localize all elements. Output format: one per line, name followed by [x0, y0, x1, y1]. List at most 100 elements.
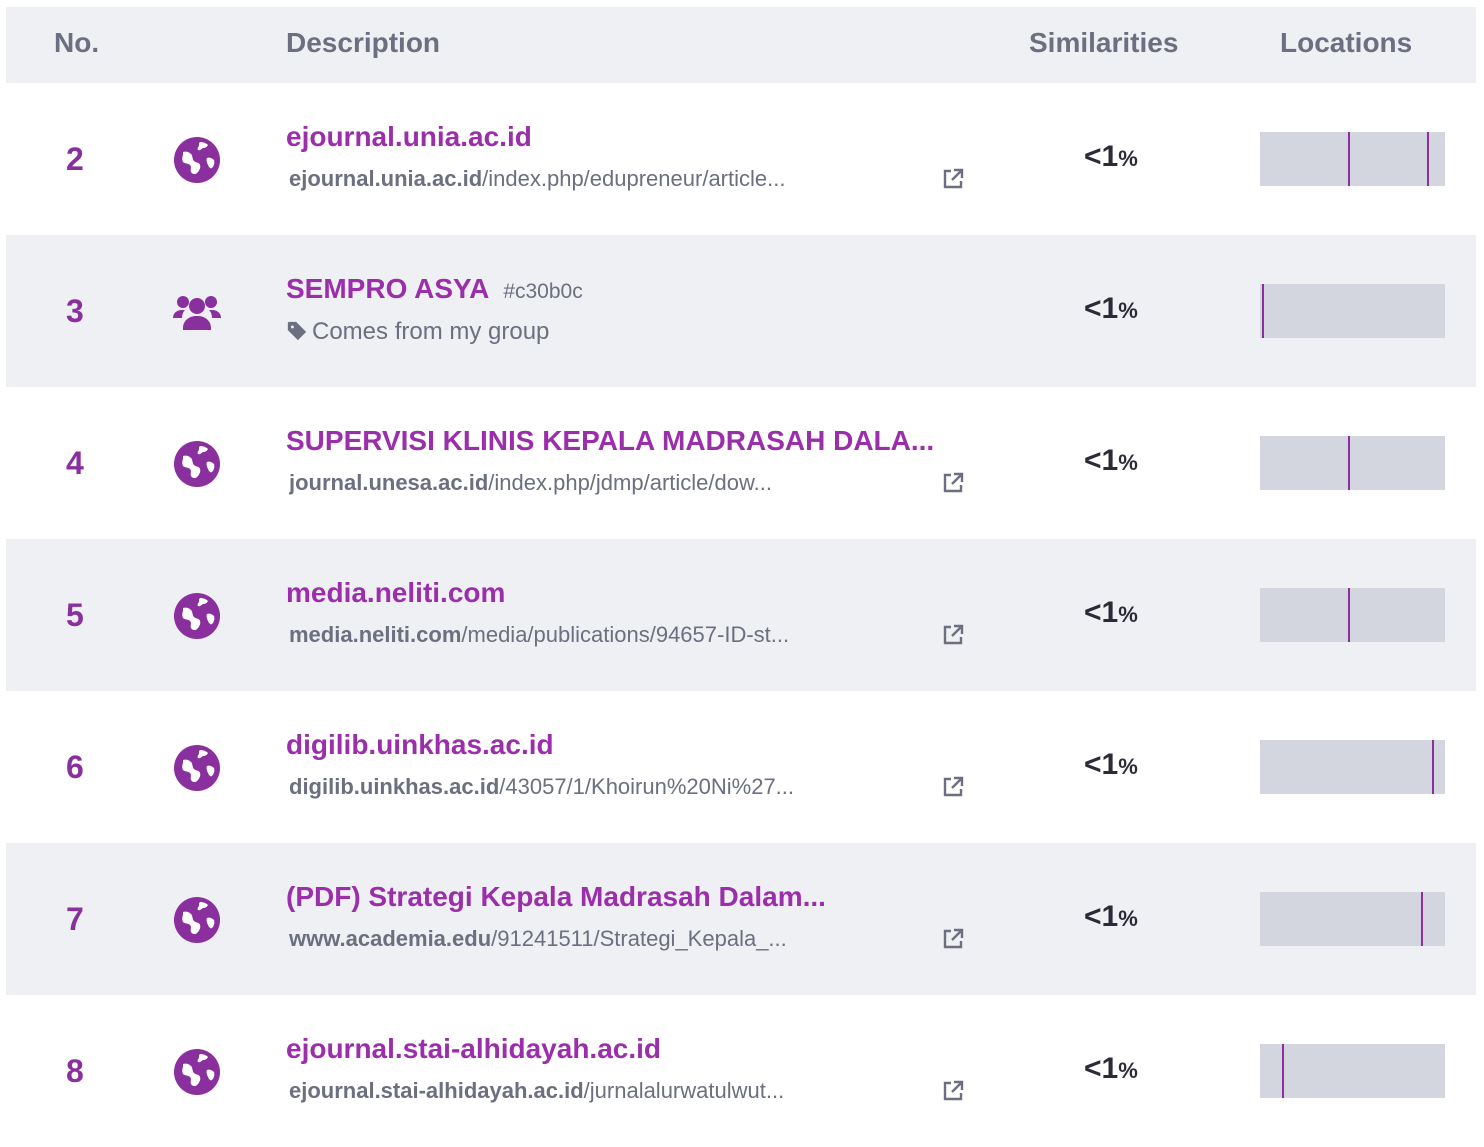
locations-bar[interactable] — [1260, 284, 1445, 338]
row-number: 7 — [66, 901, 84, 937]
header-locations: Locations — [1280, 27, 1413, 58]
source-title-link[interactable]: (PDF) Strategi Kepala Madrasah Dalam... — [286, 881, 826, 913]
external-link-icon[interactable] — [941, 775, 965, 799]
header-description: Description — [286, 27, 441, 58]
source-title: SEMPRO ASYA — [286, 273, 490, 304]
globe-icon — [173, 136, 221, 184]
similarity-number: <1 — [1084, 140, 1119, 173]
similarity-number: <1 — [1084, 1052, 1119, 1085]
locations-bar[interactable] — [1260, 132, 1445, 186]
similarity-unit: % — [1118, 906, 1138, 931]
url-path: /index.php/edupreneur/article... — [482, 166, 786, 191]
source-url[interactable]: journal.unesa.ac.id/index.php/jdmp/artic… — [289, 470, 949, 496]
external-link-icon[interactable] — [941, 623, 965, 647]
source-subtitle: Comes from my group — [286, 318, 549, 346]
globe-icon — [173, 744, 221, 792]
source-title-link[interactable]: digilib.uinkhas.ac.id — [286, 729, 554, 761]
source-url[interactable]: ejournal.unia.ac.id/index.php/edupreneur… — [289, 166, 949, 192]
similarity-number: <1 — [1084, 900, 1119, 933]
source-title-link[interactable]: SUPERVISI KLINIS KEPALA MADRASAH DALA... — [286, 425, 934, 457]
url-domain: www.academia.edu — [289, 926, 492, 951]
row-number: 8 — [66, 1053, 84, 1089]
row-number: 5 — [66, 597, 84, 633]
group-icon — [173, 288, 221, 336]
source-title: media.neliti.com — [286, 577, 506, 608]
external-link-icon[interactable] — [941, 167, 965, 191]
source-url[interactable]: digilib.uinkhas.ac.id/43057/1/Khoirun%20… — [289, 774, 949, 800]
table-row[interactable]: 8 ejournal.stai-alhidayah.ac.id ejournal.s… — [6, 995, 1476, 1147]
table-row[interactable]: 7 (PDF) Strategi Kepala Madrasah Dalam...… — [6, 843, 1476, 995]
similarity-number: <1 — [1084, 748, 1119, 781]
external-link-icon[interactable] — [941, 471, 965, 495]
table-row[interactable]: 2 ejournal.unia.ac.id ejournal.unia.ac.id/… — [6, 83, 1476, 235]
source-title-link[interactable]: ejournal.stai-alhidayah.ac.id — [286, 1033, 661, 1065]
url-domain: journal.unesa.ac.id — [289, 470, 489, 495]
similarity-number: <1 — [1084, 444, 1119, 477]
location-marker[interactable] — [1421, 892, 1423, 946]
source-url[interactable]: www.academia.edu/91241511/Strategi_Kepal… — [289, 926, 949, 952]
url-path: /91241511/Strategi_Kepala_... — [491, 926, 787, 951]
similarity-value: <1% — [1084, 596, 1138, 630]
source-url[interactable]: ejournal.stai-alhidayah.ac.id/jurnalalur… — [289, 1078, 949, 1104]
row-number: 2 — [66, 141, 84, 177]
external-link-icon[interactable] — [941, 927, 965, 951]
locations-bar[interactable] — [1260, 436, 1445, 490]
source-title-link[interactable]: media.neliti.com — [286, 577, 505, 609]
subtitle-text: Comes from my group — [312, 318, 550, 345]
source-title-link[interactable]: SEMPRO ASYA #c30b0c — [286, 273, 583, 305]
locations-bar[interactable] — [1260, 1044, 1445, 1098]
url-domain: media.neliti.com — [289, 622, 462, 647]
similarity-value: <1% — [1084, 292, 1138, 326]
similarity-value: <1% — [1084, 1052, 1138, 1086]
globe-icon — [173, 1048, 221, 1096]
location-marker[interactable] — [1262, 284, 1264, 338]
similarity-number: <1 — [1084, 292, 1119, 325]
row-number: 4 — [66, 445, 84, 481]
url-path: /43057/1/Khoirun%20Ni%27... — [499, 774, 795, 799]
row-number: 3 — [66, 293, 84, 329]
url-domain: ejournal.unia.ac.id — [289, 166, 483, 191]
url-domain: digilib.uinkhas.ac.id — [289, 774, 500, 799]
similarity-value: <1% — [1084, 748, 1138, 782]
location-marker[interactable] — [1282, 1044, 1284, 1098]
source-title: digilib.uinkhas.ac.id — [286, 729, 554, 760]
source-title: ejournal.stai-alhidayah.ac.id — [286, 1033, 662, 1064]
header-no: No. — [54, 27, 100, 58]
similarity-unit: % — [1118, 146, 1138, 171]
similarity-number: <1 — [1084, 596, 1119, 629]
url-path: /index.php/jdmp/article/dow... — [488, 470, 772, 495]
globe-icon — [173, 440, 221, 488]
globe-icon — [173, 896, 221, 944]
source-title: ejournal.unia.ac.id — [286, 121, 532, 152]
source-url[interactable]: media.neliti.com/media/publications/9465… — [289, 622, 949, 648]
external-link-icon[interactable] — [941, 1079, 965, 1103]
table-row[interactable]: 6 digilib.uinkhas.ac.id digilib.uinkhas.ac… — [6, 691, 1476, 843]
similarity-value: <1% — [1084, 444, 1138, 478]
locations-bar[interactable] — [1260, 740, 1445, 794]
header-similarities: Similarities — [1029, 27, 1179, 58]
source-title-link[interactable]: ejournal.unia.ac.id — [286, 121, 532, 153]
source-tag: #c30b0c — [503, 280, 583, 303]
location-marker[interactable] — [1432, 740, 1434, 794]
table-row[interactable]: 3 SEMPRO ASYA #c30b0c Comes from my group <1… — [6, 235, 1476, 387]
locations-bar[interactable] — [1260, 588, 1445, 642]
location-marker[interactable] — [1427, 132, 1429, 186]
similarity-unit: % — [1118, 602, 1138, 627]
globe-icon — [173, 592, 221, 640]
location-marker[interactable] — [1348, 588, 1350, 642]
table-row[interactable]: 5 media.neliti.com media.neliti.com/media/… — [6, 539, 1476, 691]
similarity-unit: % — [1118, 298, 1138, 323]
table-row[interactable]: 4 SUPERVISI KLINIS KEPALA MADRASAH DALA..… — [6, 387, 1476, 539]
similarity-unit: % — [1118, 450, 1138, 475]
source-title: (PDF) Strategi Kepala Madrasah Dalam... — [286, 881, 826, 912]
tag-icon — [286, 318, 312, 345]
similarity-unit: % — [1118, 754, 1138, 779]
row-number: 6 — [66, 749, 84, 785]
url-path: /jurnalalurwatulwut... — [583, 1078, 785, 1103]
url-domain: ejournal.stai-alhidayah.ac.id — [289, 1078, 584, 1103]
location-marker[interactable] — [1348, 132, 1350, 186]
url-path: /media/publications/94657-ID-st... — [461, 622, 790, 647]
similarity-value: <1% — [1084, 140, 1138, 174]
locations-bar[interactable] — [1260, 892, 1445, 946]
location-marker[interactable] — [1348, 436, 1350, 490]
